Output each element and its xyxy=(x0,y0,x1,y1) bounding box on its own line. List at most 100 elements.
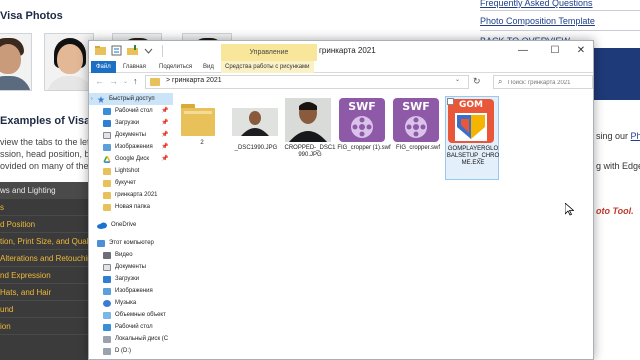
file-item-image[interactable]: _DSC1990.JPG xyxy=(229,96,283,178)
gom-player-icon: GOM xyxy=(448,99,494,143)
photo-person-icon xyxy=(232,108,278,136)
nav-item-3d-objects[interactable]: Объемные объект xyxy=(89,309,173,321)
nav-item-music[interactable]: Музыка xyxy=(89,297,173,309)
address-dropdown-button[interactable]: ⌄ xyxy=(455,76,460,83)
close-button[interactable]: ✕ xyxy=(569,43,593,59)
maximize-button[interactable]: ☐ xyxy=(543,43,567,59)
nav-item-pictures[interactable]: Изображения 📌 xyxy=(89,141,173,153)
nav-onedrive[interactable]: OneDrive xyxy=(89,219,173,231)
file-item-folder[interactable]: 2 xyxy=(175,96,229,178)
nav-this-pc[interactable]: Этот компьютер xyxy=(89,237,173,249)
music-icon xyxy=(103,300,111,307)
nav-label: OneDrive xyxy=(111,222,137,228)
search-input[interactable] xyxy=(508,77,592,88)
tab-view[interactable]: Вид xyxy=(203,61,214,73)
nav-folder-item[interactable]: букучет xyxy=(89,177,173,189)
example-photo[interactable] xyxy=(44,33,94,91)
properties-icon[interactable] xyxy=(111,45,122,56)
nav-quick-access[interactable]: › Быстрый доступ xyxy=(89,93,173,105)
address-path: > гринкарта 2021 xyxy=(166,77,222,84)
bg-page-title: Visa Photos xyxy=(0,10,63,22)
back-button[interactable]: ← xyxy=(95,76,104,86)
file-name: FIG_cropper.swf xyxy=(395,145,440,151)
tab-share[interactable]: Поделиться xyxy=(159,61,192,73)
bg-nav-item[interactable]: und xyxy=(0,301,92,318)
nav-item-downloads[interactable]: Загрузки 📌 xyxy=(89,117,173,129)
bg-nav-item[interactable]: tion, Print Size, and Quality xyxy=(0,233,92,250)
nav-label: гринкарта 2021 xyxy=(115,192,158,198)
path-segment[interactable]: гринкарта 2021 xyxy=(172,77,222,84)
bg-nav-item[interactable]: Alterations and Retouching xyxy=(0,250,92,267)
forward-button[interactable]: → xyxy=(109,76,118,86)
context-tab-manage[interactable]: Управление xyxy=(221,44,317,61)
bg-nav-item[interactable]: d Position xyxy=(0,216,92,233)
star-icon xyxy=(97,96,105,103)
nav-item-desktop[interactable]: Рабочий стол xyxy=(89,321,173,333)
folder-icon xyxy=(181,104,215,136)
title-bar[interactable]: Управление гринкарта 2021 — ☐ ✕ xyxy=(89,41,593,61)
nav-item-documents[interactable]: Документы xyxy=(89,261,173,273)
file-item-image[interactable]: CROPPED-_DSC1990.JPG xyxy=(283,96,337,178)
nav-item-desktop[interactable]: Рабочий стол 📌 xyxy=(89,105,173,117)
file-name: _DSC1990.JPG xyxy=(234,145,278,151)
bg-paragraph-line: ssion, head position, backg xyxy=(0,149,95,159)
tab-picture-tools[interactable]: Средства работы с рисунками xyxy=(221,61,314,73)
nav-item-drive-d[interactable]: D (D:) xyxy=(89,345,173,357)
ribbon-tabs: Файл Главная Поделиться Вид Средства раб… xyxy=(89,61,593,73)
nav-folder-item[interactable]: Новая папка xyxy=(89,201,173,213)
nav-label: Изображения xyxy=(115,288,153,294)
desktop-icon xyxy=(103,108,111,115)
photo-link[interactable]: Photo xyxy=(631,131,640,141)
file-item-exe-selected[interactable]: GOM GOMPLAYERGLOBALSETUP_CHROME.EXE xyxy=(445,96,499,180)
file-name: 2 xyxy=(200,140,204,146)
up-button[interactable]: ↑ xyxy=(133,76,138,86)
divider xyxy=(480,10,640,11)
image-thumbnail xyxy=(285,98,331,142)
tab-file[interactable]: Файл xyxy=(91,61,116,73)
photo-composition-link[interactable]: Photo Composition Template xyxy=(480,16,595,26)
nav-item-local-disk-c[interactable]: Локальный диск (C xyxy=(89,333,173,345)
nav-label: Документы xyxy=(115,264,146,270)
nav-label: Локальный диск (C xyxy=(115,336,169,342)
documents-icon xyxy=(103,264,111,271)
gom-badge: GOM xyxy=(459,100,483,110)
search-box[interactable]: ⌕ xyxy=(493,75,593,89)
expand-chevron-icon[interactable]: › xyxy=(91,93,93,105)
tab-home[interactable]: Главная xyxy=(123,61,146,73)
bg-nav-item[interactable]: ion xyxy=(0,318,92,335)
pin-icon: 📌 xyxy=(161,108,169,114)
bg-paragraph-line: view the tabs to the left for ex xyxy=(0,137,95,147)
bg-nav-item[interactable]: Hats, and Hair xyxy=(0,284,92,301)
nav-folder-item[interactable]: гринкарта 2021 xyxy=(89,189,173,201)
new-folder-icon[interactable] xyxy=(127,45,138,56)
path-separator[interactable]: > xyxy=(166,77,170,84)
nav-item-documents[interactable]: Документы 📌 xyxy=(89,129,173,141)
minimize-button[interactable]: — xyxy=(511,43,535,59)
file-explorer-window: Управление гринкарта 2021 — ☐ ✕ Файл Гла… xyxy=(88,40,594,360)
navigation-pane: › Быстрый доступ Рабочий стол 📌 Загрузки… xyxy=(89,93,173,359)
nav-item-google-drive[interactable]: Google Диск 📌 xyxy=(89,153,173,165)
file-item-swf[interactable]: SWF FIG_cropper.swf xyxy=(391,96,445,178)
bg-nav-item[interactable]: ws and Lighting xyxy=(0,182,92,199)
refresh-button[interactable]: ↻ xyxy=(473,76,481,87)
pictures-icon xyxy=(103,144,111,151)
swf-file-icon: SWF xyxy=(339,98,385,142)
bg-nav-item[interactable]: s xyxy=(0,199,92,216)
nav-folder-item[interactable]: Lightshot xyxy=(89,165,173,177)
nav-item-pictures[interactable]: Изображения xyxy=(89,285,173,297)
recent-locations-button[interactable]: ⌄ xyxy=(123,78,128,85)
folder-icon xyxy=(150,78,160,86)
pin-icon: 📌 xyxy=(161,144,169,150)
nav-item-video[interactable]: Видео xyxy=(89,249,173,261)
divider xyxy=(480,30,640,31)
pin-icon: 📌 xyxy=(161,120,169,126)
address-bar[interactable]: > гринкарта 2021 xyxy=(145,75,469,89)
customize-quick-access-icon[interactable] xyxy=(143,45,154,56)
faq-link[interactable]: Frequently Asked Questions xyxy=(480,0,593,8)
selection-checkbox[interactable] xyxy=(447,98,454,105)
file-item-swf[interactable]: SWF FIG_cropper (1).swf xyxy=(337,96,391,178)
nav-item-downloads[interactable]: Загрузки xyxy=(89,273,173,285)
bg-nav-item[interactable]: nd Expression xyxy=(0,267,92,284)
nav-label: букучет xyxy=(115,180,137,186)
example-photo[interactable] xyxy=(0,33,32,91)
